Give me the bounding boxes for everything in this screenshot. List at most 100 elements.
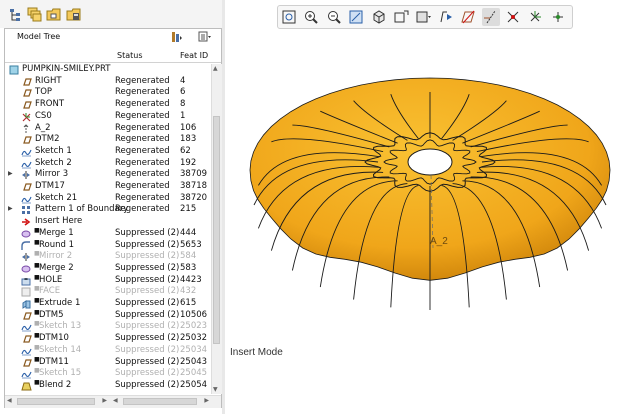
tree-root[interactable]: PUMPKIN-SMILEY.PRT bbox=[5, 64, 211, 75]
tree-row[interactable]: ■ DTM10 Suppressed (2) 25032 bbox=[5, 332, 211, 344]
feature-id: 4423 bbox=[180, 274, 202, 285]
tree-row[interactable]: ■ Sketch 13 Suppressed (2) 25023 bbox=[5, 320, 211, 332]
feature-id: 6 bbox=[180, 87, 186, 98]
feature-status: Regenerated bbox=[115, 134, 170, 145]
tree-row[interactable]: ■ Extrude 1 Suppressed (2) 615 bbox=[5, 297, 211, 309]
feature-id: 5653 bbox=[180, 239, 202, 250]
feature-name: Merge 1 bbox=[39, 227, 74, 238]
spin-center-icon[interactable] bbox=[549, 8, 567, 26]
feature-id: 432 bbox=[180, 286, 197, 297]
tree-row[interactable]: DTM17 Regenerated 38718 bbox=[5, 181, 211, 192]
tree-row[interactable]: ■ DTM5 Suppressed (2) 10506 bbox=[5, 309, 211, 321]
annotation-display-icon[interactable] bbox=[437, 8, 455, 26]
folder-browser-icon[interactable] bbox=[46, 7, 61, 22]
tree-row[interactable]: Sketch 1 Regenerated 62 bbox=[5, 146, 211, 157]
mirror-icon bbox=[21, 252, 32, 262]
refit-icon[interactable] bbox=[280, 8, 298, 26]
feature-id: 615 bbox=[180, 298, 197, 308]
tree-row[interactable]: ■ Blend 2 Suppressed (2) 25054 bbox=[5, 379, 211, 391]
tree-row[interactable]: ■ Sketch 14 Suppressed (2) 25034 bbox=[5, 344, 211, 356]
saved-views-icon[interactable] bbox=[392, 8, 410, 26]
tree-row[interactable]: RIGHT Regenerated 4 bbox=[5, 76, 211, 87]
tree-row[interactable]: Sketch 21 Regenerated 38720 bbox=[5, 193, 211, 204]
tree-row[interactable]: ▶ Pattern 1 of Boundary Regenerated 215 bbox=[5, 204, 211, 215]
display-style-icon[interactable] bbox=[414, 8, 432, 26]
tree-row[interactable]: ■ Round 1 Suppressed (2) 5653 bbox=[5, 239, 211, 251]
scroll-down-icon[interactable]: ▼ bbox=[213, 386, 218, 393]
scroll-up-icon[interactable]: ▲ bbox=[213, 65, 218, 72]
stem-hole bbox=[407, 148, 453, 176]
tree-row[interactable]: ■ Merge 2 Suppressed (2) 583 bbox=[5, 262, 211, 274]
expand-icon[interactable]: ▶ bbox=[8, 170, 13, 177]
feature-name: HOLE bbox=[39, 274, 63, 285]
columns-scrollbar[interactable]: ◀ ▶ bbox=[113, 397, 209, 406]
tree-row[interactable]: DTM2 Regenerated 183 bbox=[5, 134, 211, 145]
feature-name: CS0 bbox=[35, 110, 52, 121]
scroll-left-icon[interactable]: ◀ bbox=[7, 397, 12, 404]
insert-mode-label: Insert Mode bbox=[230, 347, 283, 358]
feature-status: Regenerated bbox=[115, 169, 170, 180]
favorites-icon[interactable] bbox=[66, 7, 81, 22]
tree-row[interactable]: ■ Mirror 2 Suppressed (2) 584 bbox=[5, 250, 211, 262]
feature-id: 25045 bbox=[180, 368, 208, 379]
pumpkin-model[interactable]: A_2 bbox=[225, 30, 620, 414]
feature-name: Blend 2 bbox=[39, 379, 72, 390]
part-icon bbox=[9, 65, 20, 75]
zoom-in-icon[interactable] bbox=[302, 8, 320, 26]
expand-icon[interactable]: ▶ bbox=[8, 205, 13, 212]
feature-status: Suppressed (2) bbox=[115, 344, 180, 355]
tree-row[interactable]: ■ HOLE Suppressed (2) 4423 bbox=[5, 274, 211, 286]
feature-id: 62 bbox=[180, 145, 191, 156]
model-tree-icon[interactable] bbox=[8, 7, 23, 22]
tree-row[interactable]: TOP Regenerated 6 bbox=[5, 87, 211, 98]
round-icon bbox=[21, 240, 32, 251]
tree-vertical-scrollbar[interactable]: ▲ ▼ bbox=[211, 64, 222, 394]
sketch-icon bbox=[21, 322, 32, 332]
tree-row[interactable]: Sketch 2 Regenerated 192 bbox=[5, 158, 211, 169]
feature-status: Suppressed (2) bbox=[115, 274, 180, 285]
feat-id-column-header[interactable]: Feat ID bbox=[180, 51, 208, 60]
tree-row[interactable]: FRONT Regenerated 8 bbox=[5, 99, 211, 110]
feature-status: Regenerated bbox=[115, 181, 170, 191]
scroll-right-icon[interactable]: ▶ bbox=[204, 397, 209, 404]
show-filter-icon[interactable] bbox=[169, 30, 183, 44]
csys-display-icon[interactable] bbox=[526, 8, 544, 26]
status-column-header[interactable]: Status bbox=[117, 51, 143, 60]
tree-row[interactable]: ▶ Mirror 3 Regenerated 38709 bbox=[5, 169, 211, 180]
axis-display-icon[interactable] bbox=[481, 8, 500, 26]
point-display-icon[interactable] bbox=[504, 8, 522, 26]
tree-row[interactable]: ■ FACE Suppressed (2) 432 bbox=[5, 285, 211, 297]
feature-status: Suppressed (2) bbox=[115, 262, 180, 273]
tree-row[interactable]: A_2 Regenerated 106 bbox=[5, 123, 211, 134]
scroll-right-icon[interactable]: ▶ bbox=[102, 397, 107, 404]
zoom-out-icon[interactable] bbox=[325, 8, 343, 26]
feature-name: Mirror 2 bbox=[39, 251, 73, 262]
name-column-scrollbar[interactable]: ◀ ▶ bbox=[7, 397, 107, 406]
feature-id: 4 bbox=[180, 75, 186, 86]
columns-scroll-thumb[interactable] bbox=[123, 398, 197, 405]
feature-name: FRONT bbox=[35, 99, 65, 110]
tree-row[interactable]: ■ Merge 1 Suppressed (2) 444 bbox=[5, 227, 211, 239]
repaint-icon[interactable] bbox=[347, 8, 365, 26]
feature-status: Suppressed (2) bbox=[115, 321, 180, 332]
tree-row[interactable]: CS0 Regenerated 1 bbox=[5, 111, 211, 122]
layers-icon[interactable] bbox=[27, 7, 42, 22]
tree-rows: PUMPKIN-SMILEY.PRT RIGHT Regenerated 4 TOP R… bbox=[5, 64, 211, 394]
feature-id: 38709 bbox=[180, 169, 208, 180]
feature-name: DTM5 bbox=[39, 309, 64, 320]
feature-status: Regenerated bbox=[115, 122, 170, 133]
plane-display-icon[interactable] bbox=[459, 8, 477, 26]
scroll-thumb[interactable] bbox=[213, 116, 220, 344]
tree-row[interactable]: ■ DTM11 Suppressed (2) 25043 bbox=[5, 356, 211, 368]
insert-here-marker[interactable]: Insert Here bbox=[5, 216, 211, 227]
graphics-viewport[interactable]: A_2 bbox=[225, 30, 620, 414]
axis-label: A_2 bbox=[430, 236, 448, 247]
insert-arrow-icon bbox=[21, 217, 32, 227]
tree-settings-icon[interactable] bbox=[197, 30, 211, 44]
tree-row[interactable]: ■ Sketch 15 Suppressed (2) 25045 bbox=[5, 367, 211, 379]
scroll-left-icon[interactable]: ◀ bbox=[113, 397, 118, 404]
model-tree-title: Model Tree bbox=[17, 32, 61, 41]
name-scroll-thumb[interactable] bbox=[17, 398, 95, 405]
view-orientation-icon[interactable] bbox=[370, 8, 388, 26]
feature-id: 444 bbox=[180, 227, 197, 238]
